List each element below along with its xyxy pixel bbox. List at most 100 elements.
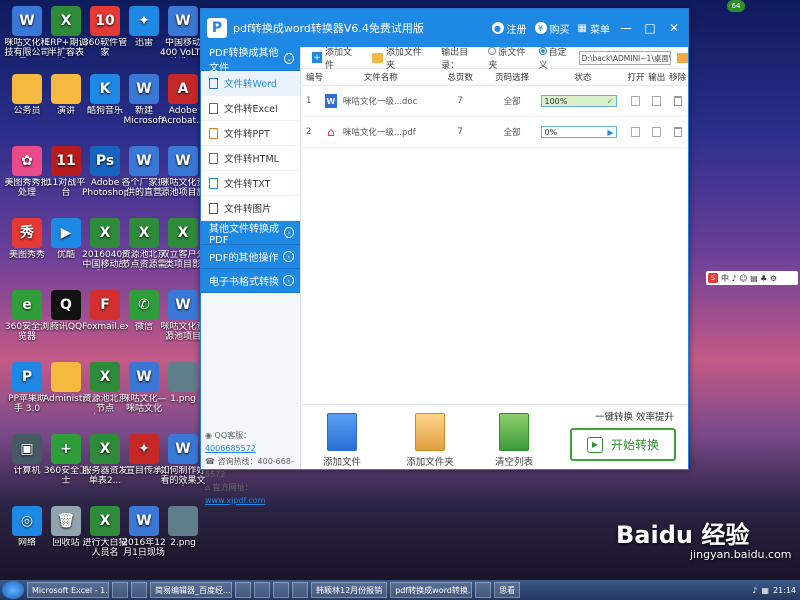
site-link[interactable]: www.xjpdf.com bbox=[205, 496, 265, 505]
desktop-icon-label: 2.png bbox=[170, 538, 196, 548]
sidebar-item[interactable]: 文件转Excel bbox=[201, 96, 300, 121]
add-file-button[interactable]: + 添加文件 bbox=[312, 45, 358, 71]
chevron-down-icon: ⌄ bbox=[284, 53, 294, 64]
row-open[interactable] bbox=[626, 127, 647, 137]
taskbar-item[interactable] bbox=[273, 582, 289, 598]
add-file-icon bbox=[327, 413, 357, 451]
buy-button[interactable]: ¥ 购买 bbox=[534, 21, 570, 36]
row-remove[interactable] bbox=[667, 96, 688, 106]
file-icon: W bbox=[168, 290, 198, 320]
table-row[interactable]: 2 ⌂ 咪咕文化一级...pdf 7 全部 0% ▶ bbox=[302, 117, 688, 148]
register-label: 注册 bbox=[506, 24, 527, 36]
file-icon: K bbox=[90, 74, 120, 104]
taskbar-item[interactable]: 韩颖林12月份报销 bbox=[311, 582, 388, 598]
output-path-input[interactable]: D:\back\ADMINI~1\桌面\ bbox=[578, 50, 671, 65]
file-icon: ✦ bbox=[129, 434, 159, 464]
row-filename: ⌂ 咪咕文化一级...pdf bbox=[325, 125, 437, 139]
play-icon[interactable]: ▶ bbox=[607, 127, 613, 138]
notification-badge: 64 bbox=[727, 0, 745, 12]
file-icon: X bbox=[90, 218, 120, 248]
sidebar-item-label: 文件转TXT bbox=[224, 179, 271, 190]
taskbar-item[interactable]: pdf转换成word转换... bbox=[390, 582, 473, 598]
file-icon: W bbox=[129, 74, 159, 104]
row-filename: W 咪咕文化一级...doc bbox=[324, 94, 437, 108]
big-add-file-label: 添加文件 bbox=[322, 457, 361, 468]
category-label: 电子书格式转换 bbox=[209, 277, 279, 288]
maximize-button[interactable]: □ bbox=[642, 21, 658, 35]
toolbar: + 添加文件 添加文件夹 输出目录： 原文件夹 自定义 D:\back\ADMI… bbox=[302, 45, 689, 71]
big-add-file-button[interactable]: 添加文件 bbox=[312, 413, 372, 468]
file-icon: W bbox=[168, 146, 198, 176]
title-bar[interactable]: P pdf转换成word转换器V6.4免费试用版 ● 注册 ¥ 购买 ▦ 菜单 … bbox=[201, 9, 688, 47]
start-convert-label: 开始转换 bbox=[610, 438, 659, 452]
row-range[interactable]: 全部 bbox=[484, 95, 541, 107]
clock[interactable]: 21:14 bbox=[773, 586, 796, 595]
browse-folder-icon[interactable] bbox=[677, 52, 689, 63]
filename-text: 咪咕文化一级...doc bbox=[342, 97, 418, 107]
sidebar-item[interactable]: 文件转TXT bbox=[201, 171, 300, 196]
network-icon[interactable]: ▦ bbox=[761, 586, 769, 595]
file-icon: 🗑 bbox=[51, 506, 81, 536]
sidebar-item[interactable]: 文件转Word bbox=[201, 71, 300, 96]
sidebar-item[interactable]: 文件转HTML bbox=[201, 146, 300, 171]
output-icon bbox=[652, 96, 662, 106]
category-ebook-convert[interactable]: 电子书格式转换 › bbox=[201, 269, 300, 293]
main-panel: + 添加文件 添加文件夹 输出目录： 原文件夹 自定义 D:\back\ADMI… bbox=[302, 45, 689, 469]
start-button[interactable] bbox=[2, 581, 24, 599]
taskbar-item[interactable] bbox=[235, 582, 251, 598]
progress-bar: 100% ✓ bbox=[540, 95, 617, 107]
open-icon bbox=[631, 127, 641, 137]
add-folder-button[interactable]: 添加文件夹 bbox=[371, 45, 427, 71]
sidebar-item[interactable]: 文件转图片 bbox=[201, 196, 300, 221]
big-add-folder-button[interactable]: 添加文件夹 bbox=[400, 413, 460, 468]
row-range[interactable]: 全部 bbox=[484, 126, 541, 138]
clear-list-button[interactable]: 清空列表 bbox=[484, 413, 544, 468]
file-icon: ◎ bbox=[12, 506, 42, 536]
category-other-to-pdf[interactable]: 其他文件转换成PDF › bbox=[201, 221, 300, 246]
menu-button[interactable]: ▦ 菜单 bbox=[578, 21, 610, 36]
file-icon: A bbox=[168, 74, 198, 104]
plus-icon: + bbox=[312, 52, 323, 63]
header-output: 输出 bbox=[648, 73, 666, 83]
sidebar: PDF转换成其他文件 ⌄ 文件转Word 文件转Excel 文件转PPT 文件转HTM… bbox=[201, 47, 301, 505]
ime-text: 中 ♪ ☺ ▤ ♣ ⚙ bbox=[721, 273, 778, 283]
taskbar-item[interactable] bbox=[292, 582, 308, 598]
folder-icon bbox=[371, 52, 383, 63]
row-open[interactable] bbox=[626, 96, 647, 106]
taskbar-item[interactable]: Microsoft Excel - 1... bbox=[27, 582, 109, 598]
sidebar-item-label: 文件转Word bbox=[224, 79, 277, 90]
table-row[interactable]: 1 W 咪咕文化一级...doc 7 全部 100% ✓ bbox=[302, 86, 688, 117]
category-pdf-to-other[interactable]: PDF转换成其他文件 ⌄ bbox=[201, 47, 300, 74]
system-tray: ♪ ▦ 21:14 bbox=[752, 580, 796, 600]
category-pdf-other-ops[interactable]: PDF的其他操作 › bbox=[201, 245, 300, 269]
close-button[interactable]: ✕ bbox=[666, 21, 682, 35]
file-icon: 11 bbox=[51, 146, 81, 176]
sidebar-item-label: 文件转PPT bbox=[224, 129, 270, 140]
start-convert-button[interactable]: ▶ 开始转换 bbox=[570, 428, 676, 461]
chevron-right-icon: › bbox=[283, 275, 294, 286]
radio-custom[interactable]: 自定义 bbox=[538, 45, 573, 71]
ime-toolbar[interactable]: S 中 ♪ ☺ ▤ ♣ ⚙ bbox=[706, 271, 798, 285]
taskbar-item[interactable] bbox=[131, 582, 147, 598]
row-output[interactable] bbox=[646, 127, 667, 137]
desktop-icon[interactable]: 2.png bbox=[160, 506, 206, 558]
taskbar-item[interactable] bbox=[112, 582, 128, 598]
trash-icon bbox=[673, 127, 682, 137]
volume-icon[interactable]: ♪ bbox=[752, 586, 757, 595]
play-icon: ▶ bbox=[586, 436, 603, 453]
taskbar-item[interactable]: 思看 bbox=[494, 582, 521, 598]
taskbar-item[interactable] bbox=[475, 582, 492, 598]
minimize-button[interactable]: — bbox=[618, 21, 634, 35]
row-remove[interactable] bbox=[667, 127, 688, 137]
taskbar-item[interactable]: 简易编辑器_百度经... bbox=[150, 582, 232, 598]
register-button[interactable]: ● 注册 bbox=[491, 21, 527, 36]
radio-off-icon bbox=[488, 46, 497, 55]
qq-link[interactable]: 4006685572 bbox=[205, 444, 256, 453]
sidebar-item[interactable]: 文件转PPT bbox=[201, 121, 300, 146]
header-pages: 总页数 bbox=[447, 73, 473, 83]
taskbar-item[interactable] bbox=[254, 582, 270, 598]
qq-icon: ◉ bbox=[205, 431, 215, 440]
radio-original-folder[interactable]: 原文件夹 bbox=[488, 45, 530, 71]
category-label: PDF的其他操作 bbox=[209, 253, 279, 264]
row-output[interactable] bbox=[646, 96, 667, 106]
